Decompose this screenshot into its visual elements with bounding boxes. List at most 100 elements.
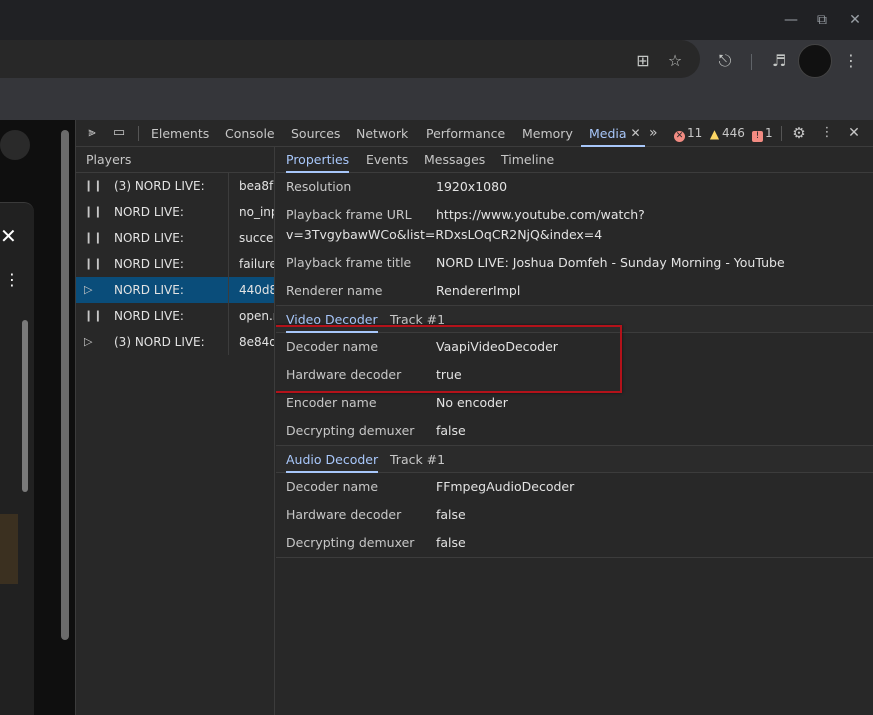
property-row: Decoder name VaapiVideoDecoder xyxy=(276,333,873,361)
toolbar-divider xyxy=(138,126,139,141)
tab-events[interactable]: Events xyxy=(366,147,408,173)
player-row[interactable]: ❙❙ NORD LIVE: succes xyxy=(76,225,274,251)
more-menu-icon[interactable]: ⋮ xyxy=(840,50,862,72)
player-row[interactable]: ▷ NORD LIVE: 440d8 xyxy=(76,277,274,303)
property-key: Renderer name xyxy=(286,283,383,298)
devtools-more-icon[interactable]: ⋮ xyxy=(818,124,836,142)
tab-memory[interactable]: Memory xyxy=(522,120,573,147)
property-key: Decrypting demuxer xyxy=(286,535,415,550)
player-name: NORD LIVE: xyxy=(114,283,184,297)
audio-decoder-section-header: Audio Decoder Track #1 xyxy=(276,445,873,473)
tab-properties[interactable]: Properties xyxy=(286,147,350,173)
play-icon: ▷ xyxy=(84,283,93,296)
property-value-continued: v=3TvgybawWCo&list=RDxsLOqCR2NjQ&index=4 xyxy=(286,227,603,242)
property-key: Hardware decoder xyxy=(286,507,402,522)
column-divider xyxy=(228,303,229,329)
player-name: NORD LIVE: xyxy=(114,257,184,271)
player-row[interactable]: ❙❙ NORD LIVE: open.r xyxy=(76,303,274,329)
inspect-element-icon[interactable]: ⫸ xyxy=(83,124,101,142)
devtools-toolbar: ⫸ ▭ Elements Console Sources Network Per… xyxy=(76,120,873,147)
player-row[interactable]: ❙❙ NORD LIVE: failure xyxy=(76,251,274,277)
device-toolbar-icon[interactable]: ▭ xyxy=(110,124,128,142)
property-row: Resolution 1920x1080 xyxy=(276,173,873,201)
player-id: 440d8 xyxy=(239,283,275,297)
tab-video-track[interactable]: Track #1 xyxy=(390,306,445,333)
property-value: No encoder xyxy=(436,395,508,410)
property-key: Encoder name xyxy=(286,395,377,410)
error-count[interactable]: ✕ 11 xyxy=(674,120,702,147)
property-value: NORD LIVE: Joshua Domfeh - Sunday Mornin… xyxy=(436,255,785,270)
media-subtabs: Properties Events Messages Timeline xyxy=(276,147,873,173)
more-tabs-icon[interactable]: » xyxy=(649,120,658,147)
extensions-icon[interactable]: ⎋ xyxy=(714,50,736,72)
property-key: Decrypting demuxer xyxy=(286,423,415,438)
property-key: Resolution xyxy=(286,179,352,194)
column-divider xyxy=(228,251,229,277)
property-value: 1920x1080 xyxy=(436,179,508,194)
tab-media[interactable]: Media ✕ xyxy=(581,120,645,147)
play-icon: ▷ xyxy=(84,335,93,348)
player-id: 8e84d xyxy=(239,335,275,349)
tab-media-label: Media xyxy=(589,126,627,141)
restore-icon[interactable]: ⧉ xyxy=(812,10,832,30)
settings-gear-icon[interactable]: ⚙ xyxy=(790,124,808,142)
pause-icon: ❙❙ xyxy=(84,205,103,218)
property-row: Playback frame URL https://www.youtube.c… xyxy=(276,201,873,249)
devtools: ⫸ ▭ Elements Console Sources Network Per… xyxy=(75,120,873,715)
channel-logo[interactable] xyxy=(0,130,30,160)
web-page: ✕ ⋮ xyxy=(0,120,75,715)
player-id: open.r xyxy=(239,309,275,323)
profile-avatar[interactable] xyxy=(798,44,832,78)
players-panel: Players ❙❙ (3) NORD LIVE: bea8f2 ❙❙ NORD LIV… xyxy=(76,147,275,715)
tab-console[interactable]: Console xyxy=(225,120,275,147)
player-name: NORD LIVE: xyxy=(114,231,184,245)
property-value: false xyxy=(436,535,466,550)
close-devtools-icon[interactable]: ✕ xyxy=(845,124,863,142)
tab-audio-track[interactable]: Track #1 xyxy=(390,446,445,473)
issue-icon: ! xyxy=(752,131,763,142)
tab-sources[interactable]: Sources xyxy=(291,120,340,147)
property-value: false xyxy=(436,423,466,438)
property-row: Encoder name No encoder xyxy=(276,389,873,417)
issues-count[interactable]: ! 1 xyxy=(752,120,773,147)
player-row[interactable]: ▷ (3) NORD LIVE: 8e84d xyxy=(76,329,274,355)
title-bar: — ⧉ ✕ xyxy=(0,0,873,40)
video-decoder-section-header: Video Decoder Track #1 xyxy=(276,305,873,333)
media-controls-icon[interactable]: ♬ xyxy=(768,50,790,72)
omnibox[interactable] xyxy=(0,40,700,78)
tab-performance[interactable]: Performance xyxy=(426,120,505,147)
panel-more-icon[interactable]: ⋮ xyxy=(4,270,20,289)
close-panel-icon[interactable]: ✕ xyxy=(0,226,20,246)
section-divider xyxy=(276,557,873,558)
tab-network[interactable]: Network xyxy=(356,120,408,147)
property-value: RendererImpl xyxy=(436,283,521,298)
player-name: NORD LIVE: xyxy=(114,205,184,219)
tab-timeline[interactable]: Timeline xyxy=(501,147,554,173)
minimize-icon[interactable]: — xyxy=(781,10,801,30)
error-icon: ✕ xyxy=(674,131,685,142)
player-row[interactable]: ❙❙ (3) NORD LIVE: bea8f2 xyxy=(76,173,274,199)
bookmark-star-icon[interactable]: ☆ xyxy=(664,50,686,72)
tab-audio-decoder[interactable]: Audio Decoder xyxy=(286,446,379,473)
players-header: Players xyxy=(76,147,274,173)
player-row[interactable]: ❙❙ NORD LIVE: no_inp xyxy=(76,199,274,225)
tab-video-decoder[interactable]: Video Decoder xyxy=(286,306,378,333)
address-bar-row: ⊞ ☆ ⎋ ♬ ⋮ xyxy=(0,40,873,84)
close-icon[interactable]: ✕ xyxy=(845,10,865,30)
warning-count[interactable]: ▲ 446 xyxy=(709,120,745,147)
property-key: Playback frame URL xyxy=(286,207,412,222)
player-id: bea8f2 xyxy=(239,179,274,193)
install-app-icon[interactable]: ⊞ xyxy=(632,50,654,72)
pause-icon: ❙❙ xyxy=(84,179,103,192)
properties-panel: Properties Events Messages Timeline Reso… xyxy=(276,147,873,715)
close-tab-icon[interactable]: ✕ xyxy=(630,120,640,147)
pause-icon: ❙❙ xyxy=(84,231,103,244)
property-key: Decoder name xyxy=(286,339,379,354)
page-scrollbar[interactable] xyxy=(61,130,69,640)
warning-icon: ▲ xyxy=(709,127,720,141)
property-value: VaapiVideoDecoder xyxy=(436,339,558,354)
tab-elements[interactable]: Elements xyxy=(151,120,209,147)
tab-messages[interactable]: Messages xyxy=(424,147,485,173)
panel-scrollbar[interactable] xyxy=(22,320,28,492)
video-thumbnail[interactable] xyxy=(0,514,18,584)
